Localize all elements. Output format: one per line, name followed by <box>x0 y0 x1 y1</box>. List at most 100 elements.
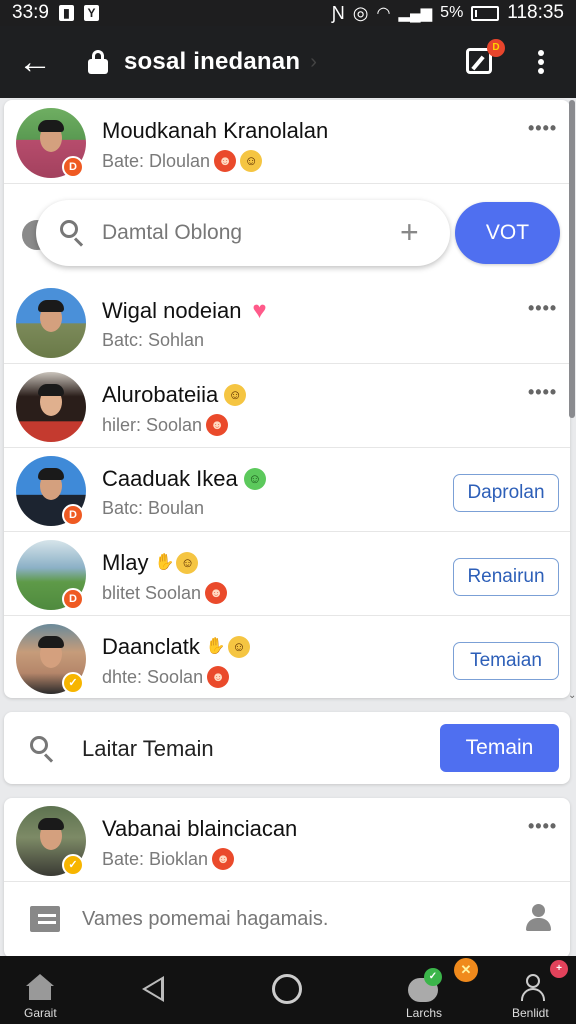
lock-icon <box>88 50 108 74</box>
nav-chats-label: Larchs <box>406 1006 443 1020</box>
status-badge: ✓ <box>62 854 84 876</box>
contact-name: Alurobateiia <box>102 382 219 407</box>
list-icon[interactable] <box>30 906 60 932</box>
page-title: sosal inedanan <box>124 48 301 75</box>
chevron-down-icon: ⌄ <box>568 690 576 701</box>
edit-badge: D <box>487 39 505 57</box>
grin-emoji-icon: ☻ <box>205 582 228 604</box>
status-bar: 33:9 ▮ Y Ɲ ◎ ◠ ▂▄▆ 5% 118:35 <box>0 0 576 26</box>
secondary-search-label[interactable]: Laitar Temain <box>82 736 214 762</box>
nav-profile[interactable]: + Benlidt <box>508 956 568 1024</box>
grin-emoji-icon: ☻ <box>207 666 230 688</box>
signal-icon: ▂▄▆ <box>398 5 433 22</box>
contact-name: Vabanai blainciacan <box>102 816 298 841</box>
bottom-card: ✓ Vabanai blainciacan Bate: Bioklan ☻ ••… <box>4 798 570 958</box>
heart-emoji-icon: ♥ <box>252 297 267 324</box>
search-bar[interactable]: Damtal Oblong + <box>36 200 450 266</box>
edit-search-icon[interactable]: D <box>466 39 505 74</box>
more-dots-icon[interactable]: •••• <box>528 382 557 403</box>
daprolan-button[interactable]: Daprolan <box>453 474 559 512</box>
contact-name: Wigal nodeian <box>102 298 242 323</box>
contact-name: Mlay <box>102 550 149 575</box>
search-icon <box>30 736 54 763</box>
list-item[interactable]: Alurobateiia ☺ hiler: Soolan ☻ •••• <box>4 364 570 448</box>
status-badge: D <box>62 156 84 178</box>
nav-profile-label: Benlidt <box>512 1006 549 1020</box>
smile-emoji-icon: ☺ <box>176 552 199 574</box>
list-item[interactable]: D Caaduak Ikea ☺ Batc: Boulan Daprolan <box>4 448 570 532</box>
list-item[interactable]: ✓ Vabanai blainciacan Bate: Bioklan ☻ ••… <box>4 798 570 882</box>
nav-back[interactable] <box>138 956 168 1024</box>
nav-home-label: Garait <box>24 1006 57 1020</box>
app-notification-icon: Y <box>83 5 99 21</box>
nav-chats[interactable]: ✓ Larchs <box>398 956 450 1024</box>
avatar <box>16 372 86 442</box>
hands-emoji-icon: ✋ <box>205 638 226 655</box>
nav-home-circle[interactable] <box>272 956 306 1024</box>
scrollbar[interactable]: ⌄ <box>568 100 576 701</box>
scrollbar-thumb[interactable] <box>569 100 575 418</box>
vot-button[interactable]: VOT <box>455 202 560 264</box>
contact-status: Batc: Sohlan <box>102 330 205 350</box>
more-dots-icon[interactable]: •••• <box>528 298 557 319</box>
contact-status: Bate: Bioklan <box>102 848 209 869</box>
contact-status: Batc: Boulan <box>102 498 205 518</box>
smile-emoji-icon: ☺ <box>224 384 247 406</box>
contact-name: Caaduak Ikea <box>102 466 238 491</box>
wifi-icon: ◠ <box>376 5 391 22</box>
battery-icon <box>471 5 500 21</box>
more-dots-icon[interactable]: •••• <box>528 816 557 837</box>
status-time-left: 33:9 <box>12 2 49 23</box>
status-badge: ✓ <box>62 672 84 694</box>
person-icon[interactable] <box>524 904 552 932</box>
profile-badge-icon: + <box>550 960 568 978</box>
bottom-nav: Garait ✓ Larchs + Benlidt <box>0 956 576 1024</box>
contacts-card: D Moudkanah Kranolalan Bate: Dloulan ☻ ☺… <box>4 100 570 698</box>
more-dots-icon[interactable]: •••• <box>528 118 557 139</box>
status-badge: D <box>62 588 84 610</box>
list-item[interactable]: Wigal nodeian ♥ Batc: Sohlan •••• <box>4 280 570 364</box>
renairun-button[interactable]: Renairun <box>453 558 559 596</box>
chat-badge-icon: ✓ <box>424 968 442 986</box>
contact-status: hiler: Soolan <box>102 414 203 435</box>
back-arrow-icon[interactable]: ← <box>0 26 70 98</box>
smile-emoji-icon: ☺ <box>240 150 263 172</box>
status-badge: D <box>62 504 84 526</box>
floating-emoji-icon: ✕ <box>454 958 478 982</box>
avatar <box>16 288 86 358</box>
search-icon <box>60 220 84 247</box>
smile-emoji-icon: ☺ <box>227 636 250 658</box>
composer[interactable]: Vames pomemai hagamais. <box>4 884 570 954</box>
battery-percent: 5% <box>440 4 464 21</box>
green-emoji-icon: ☺ <box>243 468 266 490</box>
alarm-icon: ◎ <box>352 2 369 23</box>
status-time-right: 118:35 <box>507 2 564 23</box>
temain-button[interactable]: Temain <box>440 724 559 772</box>
surprised-emoji-icon: ☻ <box>212 848 235 870</box>
triangle-back-icon <box>142 976 164 1002</box>
contact-name: Daanclatk <box>102 634 200 659</box>
list-item[interactable]: D Mlay ✋ ☺ blitet Soolan ☻ Renairun <box>4 532 570 616</box>
list-item[interactable]: ✓ Daanclatk ✋ ☺ dhte: Soolan ☻ Temaian <box>4 616 570 700</box>
temaian-button[interactable]: Temaian <box>453 642 559 680</box>
secondary-search-card: Laitar Temain Temain <box>4 712 570 784</box>
contact-status: Bate: Dloulan <box>102 150 211 171</box>
contact-status: dhte: Soolan <box>102 666 204 687</box>
contact-name: Moudkanah Kranolalan <box>102 118 329 143</box>
grin-emoji-icon: ☻ <box>214 150 237 172</box>
circle-home-icon <box>272 974 302 1004</box>
search-input[interactable]: Damtal Oblong <box>102 221 242 245</box>
hands-emoji-icon: ✋ <box>154 554 175 571</box>
plus-icon[interactable]: + <box>400 214 419 251</box>
nfc-icon: Ɲ <box>331 2 345 23</box>
grin-emoji-icon: ☻ <box>206 414 229 436</box>
contact-status: blitet Soolan <box>102 582 202 603</box>
list-item[interactable]: D Moudkanah Kranolalan Bate: Dloulan ☻ ☺… <box>4 100 570 184</box>
nav-home[interactable]: Garait <box>16 956 64 1024</box>
app-bar: ← sosal inedanan › D <box>0 26 576 98</box>
composer-input[interactable]: Vames pomemai hagamais. <box>82 908 328 931</box>
home-icon <box>26 974 54 1000</box>
more-options-icon[interactable] <box>528 44 554 80</box>
user-icon <box>520 974 546 1002</box>
notification-icon: ▮ <box>58 5 74 21</box>
